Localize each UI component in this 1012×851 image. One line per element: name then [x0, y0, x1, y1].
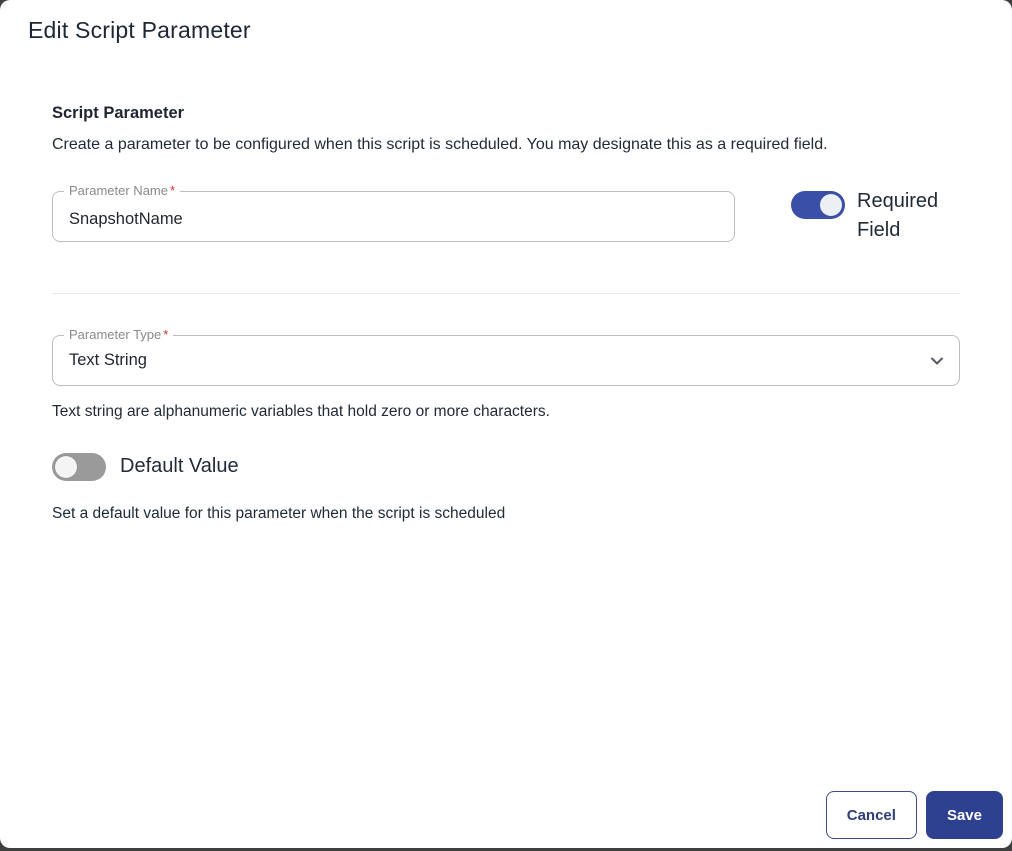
chevron-down-icon	[931, 357, 943, 365]
dialog-footer: Cancel Save	[825, 791, 1003, 839]
parameter-type-select[interactable]: Parameter Type * Text String	[52, 327, 960, 386]
required-asterisk: *	[169, 183, 176, 198]
parameter-type-value: Text String	[69, 351, 147, 369]
save-button[interactable]: Save	[925, 791, 1003, 839]
default-value-label: Default Value	[120, 455, 239, 477]
parameter-name-input[interactable]	[53, 192, 734, 241]
default-value-toggle-group: Default Value	[52, 452, 960, 481]
parameter-name-row: Parameter Name* Required Field	[52, 183, 960, 245]
default-value-helper: Set a default value for this parameter w…	[52, 505, 506, 522]
section-divider	[52, 293, 960, 294]
edit-script-parameter-dialog: Edit Script Parameter Script Parameter C…	[0, 0, 1012, 848]
dialog-content: Script Parameter Create a parameter to b…	[0, 104, 1012, 523]
parameter-name-label: Parameter Name *	[64, 183, 181, 198]
dialog-title: Edit Script Parameter	[28, 17, 251, 43]
cancel-button[interactable]: Cancel	[825, 791, 917, 839]
section-description: Create a parameter to be configured when…	[52, 136, 828, 153]
toggle-knob	[820, 194, 842, 216]
default-value-toggle[interactable]	[52, 452, 106, 481]
parameter-name-field-wrapper: Parameter Name *	[52, 183, 735, 242]
required-field-toggle-group: Required Field	[791, 190, 953, 245]
toggle-knob	[55, 455, 77, 478]
section-heading: Script Parameter	[52, 104, 185, 122]
parameter-type-label: Parameter Type *	[64, 327, 174, 342]
required-asterisk: *	[163, 327, 169, 342]
required-field-label: Required Field	[857, 190, 939, 241]
required-field-toggle[interactable]	[791, 191, 845, 219]
parameter-type-helper: Text string are alphanumeric variables t…	[52, 403, 550, 420]
